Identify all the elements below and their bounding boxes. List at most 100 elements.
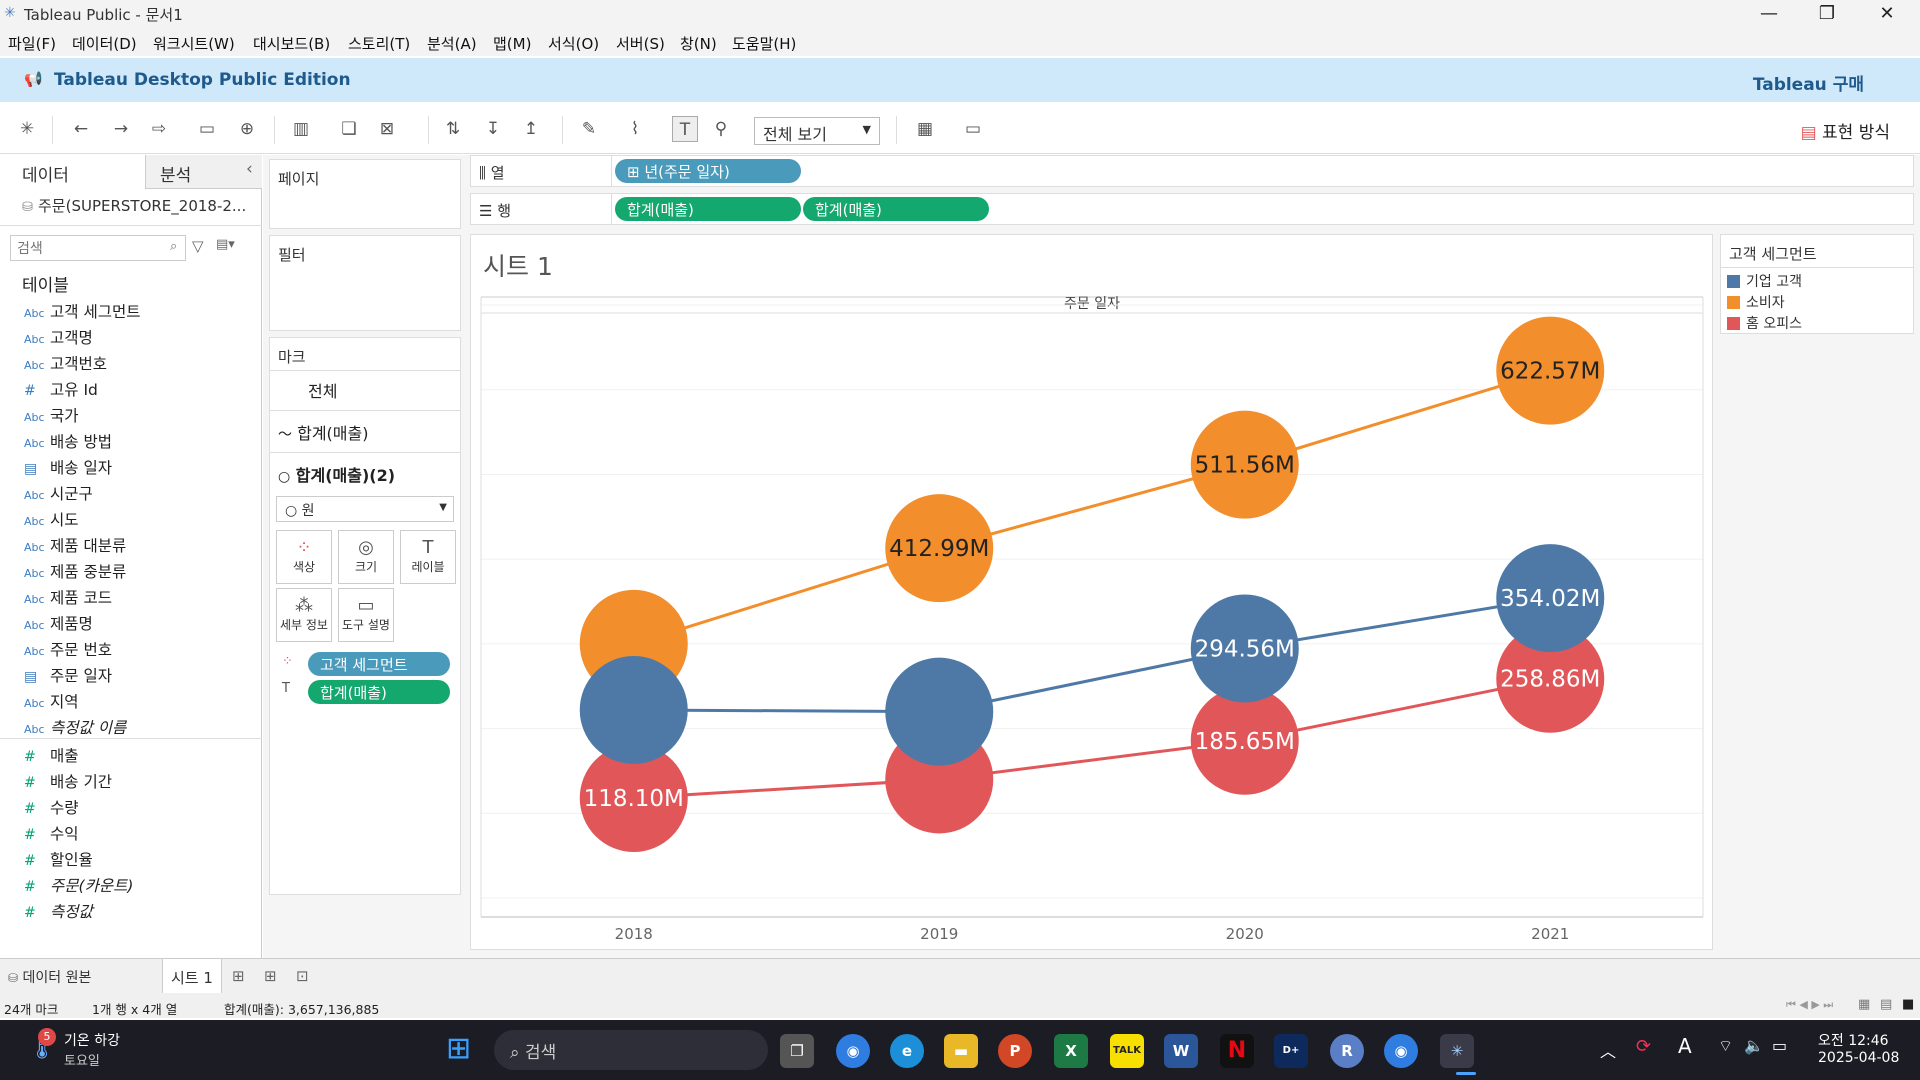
field-item[interactable]: Abc 고객 세그먼트 xyxy=(24,300,254,324)
fix-axes-icon[interactable]: ⚲ xyxy=(708,116,734,142)
field-item[interactable]: # 수익 xyxy=(24,822,254,846)
field-item[interactable]: Abc 제품 중분류 xyxy=(24,560,254,584)
volume-icon[interactable]: 🔈 xyxy=(1744,1036,1764,1055)
field-item[interactable]: Abc 주문 번호 xyxy=(24,638,254,662)
menu-format[interactable]: 서식(O) xyxy=(548,33,599,54)
marks-all-tab[interactable]: 전체 xyxy=(308,378,337,402)
chart-svg[interactable]: 주문 일자 2018 2019 2020 2021 118.10M 185.65M 258.8… xyxy=(471,235,1714,951)
sales-label-pill[interactable]: 합계(매출) xyxy=(308,680,450,704)
ime-icon[interactable]: A xyxy=(1678,1034,1692,1058)
field-item[interactable]: Abc 배송 방법 xyxy=(24,430,254,454)
segment-color-pill[interactable]: 고객 세그먼트 xyxy=(308,652,450,676)
menu-file[interactable]: 파일(F) xyxy=(8,33,56,54)
marks-circle-tab[interactable]: ○ 합계(매출)(2) xyxy=(278,462,395,486)
buy-tableau-link[interactable]: Tableau 구매 xyxy=(1753,70,1864,95)
undo-icon[interactable]: ← xyxy=(68,116,94,142)
taskbar-search[interactable]: ⌕ 검색 xyxy=(494,1030,768,1070)
field-item[interactable]: # 배송 기간 xyxy=(24,770,254,794)
filters-card[interactable]: 필터 xyxy=(269,235,461,331)
tab-analysis[interactable]: 분석 ‹ xyxy=(145,155,262,189)
field-item[interactable]: Abc 제품 대분류 xyxy=(24,534,254,558)
grid-view-icon[interactable]: ▦ xyxy=(1858,997,1870,1012)
restore-button[interactable]: ❐ xyxy=(1798,0,1856,28)
menu-server[interactable]: 서버(S) xyxy=(616,33,665,54)
excel-icon[interactable]: X xyxy=(1054,1034,1088,1068)
file-explorer-icon[interactable]: ▬ xyxy=(944,1034,978,1068)
presentation-mode-icon[interactable]: ▭ xyxy=(960,116,986,142)
columns-shelf[interactable]: ⫼ 열 ⊞ 년(주문 일자) xyxy=(470,155,1914,187)
size-button[interactable]: ◎ 크기 xyxy=(338,530,394,584)
clock-time[interactable]: 오전 12:46 xyxy=(1818,1030,1889,1050)
menu-map[interactable]: 맵(M) xyxy=(493,33,531,54)
sales-row-pill-2[interactable]: 합계(매출) xyxy=(803,197,989,221)
redo-icon[interactable]: → xyxy=(108,116,134,142)
filmstrip-view-icon[interactable]: ■ xyxy=(1902,997,1914,1012)
menu-dashboard[interactable]: 대시보드(B) xyxy=(253,33,330,54)
tooltip-button[interactable]: ▭ 도구 설명 xyxy=(338,588,394,642)
new-story-icon[interactable]: ⊡ xyxy=(296,967,309,985)
tab-sheet-1[interactable]: 시트 1 xyxy=(162,959,222,993)
chrome-profile-icon[interactable]: ◉ xyxy=(1384,1034,1418,1068)
netflix-icon[interactable]: N xyxy=(1220,1034,1254,1068)
show-cards-icon[interactable]: ▦ xyxy=(912,116,938,142)
label-button[interactable]: T 레이블 xyxy=(400,530,456,584)
sort-ascending-icon[interactable]: ↧ xyxy=(480,116,506,142)
new-worksheet-icon[interactable]: ▥ xyxy=(288,116,314,142)
field-item[interactable]: Abc 측정값 이름 xyxy=(24,716,254,740)
sort-descending-icon[interactable]: ↥ xyxy=(518,116,544,142)
minimize-button[interactable]: — xyxy=(1740,0,1798,28)
sales-row-pill-1[interactable]: 합계(매출) xyxy=(615,197,801,221)
field-item[interactable]: Abc 시군구 xyxy=(24,482,254,506)
field-item[interactable]: Abc 고객명 xyxy=(24,326,254,350)
field-item[interactable]: Abc 지역 xyxy=(24,690,254,714)
menu-data[interactable]: 데이터(D) xyxy=(72,33,137,54)
view-options-icon[interactable]: ▤▾ xyxy=(216,237,235,252)
group-icon[interactable]: ⌇ xyxy=(622,116,648,142)
menu-help[interactable]: 도움말(H) xyxy=(732,33,796,54)
wifi-icon[interactable]: ⌔ xyxy=(1718,1036,1733,1056)
task-view-icon[interactable]: ❐ xyxy=(780,1034,814,1068)
year-order-date-pill[interactable]: ⊞ 년(주문 일자) xyxy=(615,159,801,183)
menu-story[interactable]: 스토리(T) xyxy=(348,33,410,54)
r-app-icon[interactable]: R xyxy=(1330,1034,1364,1068)
new-datasource-icon[interactable]: ⊕ xyxy=(234,116,260,142)
tableau-logo-icon[interactable]: ✳ xyxy=(14,116,40,142)
fit-view-select[interactable]: 전체 보기 ▼ xyxy=(754,117,880,145)
field-item[interactable]: ▤ 배송 일자 xyxy=(24,456,254,480)
field-item[interactable]: Abc 국가 xyxy=(24,404,254,428)
save-icon[interactable]: ▭ xyxy=(194,116,220,142)
collapse-pane-icon[interactable]: ‹ xyxy=(246,159,253,179)
clock-date[interactable]: 2025-04-08 xyxy=(1818,1050,1899,1066)
field-item[interactable]: Abc 제품 코드 xyxy=(24,586,254,610)
field-item[interactable]: # 수량 xyxy=(24,796,254,820)
rows-shelf[interactable]: ☰ 행 합계(매출) 합계(매출) xyxy=(470,193,1914,225)
edge-icon[interactable]: e xyxy=(890,1034,924,1068)
word-icon[interactable]: W xyxy=(1164,1034,1198,1068)
clear-sheet-icon[interactable]: ⊠ xyxy=(374,116,400,142)
duplicate-icon[interactable]: ❏ xyxy=(336,116,362,142)
legend-item-consumer[interactable]: 소비자 xyxy=(1727,292,1785,312)
field-search-input[interactable] xyxy=(10,235,186,261)
chrome-icon[interactable]: ◉ xyxy=(836,1034,870,1068)
weather-text[interactable]: 기온 하강 xyxy=(64,1030,120,1050)
navigation-arrows-icon[interactable]: ⏮ ◀ ▶ ⏭ xyxy=(1786,998,1833,1012)
field-item[interactable]: ▤ 주문 일자 xyxy=(24,664,254,688)
powerpoint-icon[interactable]: P xyxy=(998,1034,1032,1068)
datasource-tab[interactable]: ⛁ 데이터 원본 xyxy=(8,967,91,987)
disney-plus-icon[interactable]: D+ xyxy=(1274,1034,1308,1068)
field-item[interactable]: # 측정값 xyxy=(24,900,254,924)
new-dashboard-icon[interactable]: ⊞ xyxy=(264,967,277,985)
menu-window[interactable]: 창(N) xyxy=(680,33,717,54)
list-view-icon[interactable]: ▤ xyxy=(1880,997,1892,1012)
mark-type-select[interactable]: ○ 원 ▼ xyxy=(276,496,454,522)
menu-analysis[interactable]: 분석(A) xyxy=(427,33,477,54)
menu-worksheet[interactable]: 워크시트(W) xyxy=(153,33,235,54)
legend-item-corporate[interactable]: 기업 고객 xyxy=(1727,271,1802,291)
tableau-taskbar-icon[interactable]: ✳ xyxy=(1440,1034,1474,1068)
color-button[interactable]: ⁘ 색상 xyxy=(276,530,332,584)
filter-icon[interactable]: ▽ xyxy=(192,237,204,255)
detail-button[interactable]: ⁂ 세부 정보 xyxy=(276,588,332,642)
swap-icon[interactable]: ⇅ xyxy=(440,116,466,142)
chevron-up-icon[interactable]: ︿ xyxy=(1600,1038,1616,1062)
pages-card[interactable]: 페이지 xyxy=(269,159,461,229)
